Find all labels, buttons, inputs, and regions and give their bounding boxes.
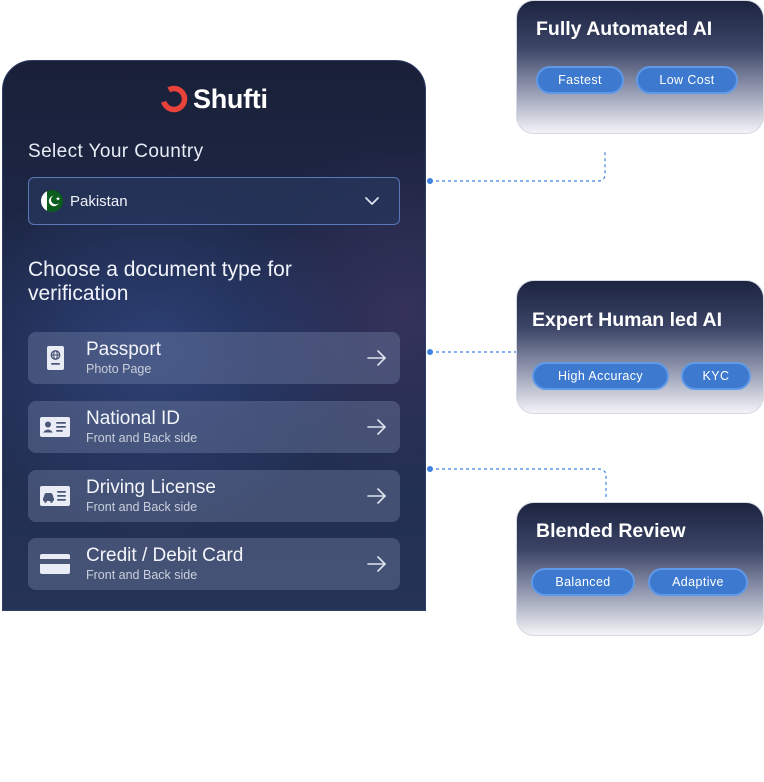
select-country-label: Select Your Country	[28, 141, 204, 162]
brand-name: Shufti	[193, 83, 268, 114]
card-fully-automated-ai: Fully Automated AI Fastest Low Cost	[516, 0, 764, 134]
shufti-logo: Shufti	[159, 81, 268, 117]
shufti-logo-icon	[160, 85, 188, 113]
arrow-right-icon	[367, 488, 386, 504]
arrow-right-icon	[367, 350, 386, 366]
document-title: Driving License	[86, 477, 216, 498]
arrow-right-icon	[367, 556, 386, 572]
document-subtitle: Front and Back side	[86, 568, 198, 582]
document-title: Passport	[86, 339, 161, 360]
document-option-driving-license[interactable]: Driving License Front and Back side	[28, 470, 400, 522]
credit-card-icon	[40, 554, 70, 574]
document-title: Credit / Debit Card	[86, 545, 244, 566]
tag-adaptive: Adaptive	[648, 568, 748, 596]
card-blended-review: Blended Review Balanced Adaptive	[516, 502, 764, 636]
driving-license-icon	[40, 486, 70, 506]
card-title: Blended Review	[536, 520, 686, 542]
tag-high-accuracy: High Accuracy	[532, 362, 669, 390]
verification-panel: Shufti Select Your Country Pakistan Choo…	[2, 60, 426, 611]
card-title: Fully Automated AI	[536, 18, 713, 40]
tag-balanced: Balanced	[531, 568, 635, 596]
card-title: Expert Human led AI	[532, 309, 722, 331]
tag-low-cost: Low Cost	[636, 66, 738, 94]
document-option-credit-debit-card[interactable]: Credit / Debit Card Front and Back side	[28, 538, 400, 590]
document-subtitle: Front and Back side	[86, 500, 198, 514]
pakistan-flag-icon	[41, 190, 63, 212]
document-option-national-id[interactable]: National ID Front and Back side	[28, 401, 400, 453]
document-option-passport[interactable]: Passport Photo Page	[28, 332, 400, 384]
document-subtitle: Photo Page	[86, 362, 152, 376]
document-title: National ID	[86, 408, 180, 429]
tag-fastest: Fastest	[536, 66, 624, 94]
selected-country: Pakistan	[70, 192, 128, 210]
arrow-right-icon	[367, 419, 386, 435]
chevron-down-icon	[365, 197, 379, 205]
passport-icon	[47, 346, 64, 370]
id-card-icon	[40, 417, 70, 437]
card-expert-human-led-ai: Expert Human led AI High Accuracy KYC	[516, 280, 764, 414]
tag-kyc: KYC	[681, 362, 751, 390]
document-subtitle: Front and Back side	[86, 431, 198, 445]
document-type-heading: Choose a document type for verification	[28, 258, 292, 305]
country-dropdown[interactable]: Pakistan	[28, 177, 400, 225]
